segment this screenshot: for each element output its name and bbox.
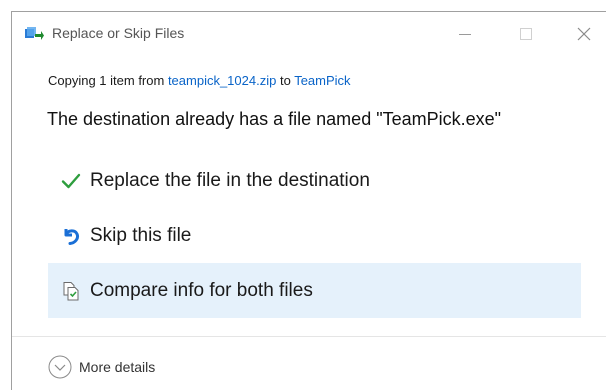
more-details-toggle[interactable]: More details xyxy=(48,355,155,379)
chevron-down-circle-icon xyxy=(48,355,72,379)
window-title: Replace or Skip Files xyxy=(52,25,185,41)
skip-option-label: Skip this file xyxy=(90,224,192,246)
skip-arrow-icon xyxy=(60,225,82,247)
copy-prefix: Copying 1 item from xyxy=(48,73,168,88)
close-icon xyxy=(577,27,591,40)
minimize-button[interactable] xyxy=(442,12,488,55)
title-bar[interactable]: Replace or Skip Files xyxy=(12,12,606,55)
skip-option[interactable]: Skip this file xyxy=(48,208,581,263)
compare-option-label: Compare info for both files xyxy=(90,279,313,301)
compare-option[interactable]: Compare info for both files xyxy=(48,263,581,318)
more-details-label: More details xyxy=(79,359,156,375)
source-link[interactable]: teampick_1024.zip xyxy=(168,73,276,88)
replace-option-label: Replace the file in the destination xyxy=(90,169,370,191)
maximize-button[interactable] xyxy=(503,12,549,55)
copy-status-text: Copying 1 item from teampick_1024.zip to… xyxy=(48,73,351,88)
footer-divider xyxy=(12,336,606,337)
checkmark-icon xyxy=(60,170,82,192)
close-button[interactable] xyxy=(561,12,606,55)
copy-middle: to xyxy=(276,73,295,88)
background-window-fragment: ​ xyxy=(0,0,130,10)
maximize-icon xyxy=(520,27,532,40)
replace-option[interactable]: Replace the file in the destination xyxy=(48,153,581,208)
compare-files-icon xyxy=(60,280,82,302)
replace-or-skip-dialog: Replace or Skip Files Copying 1 item fro… xyxy=(11,11,606,390)
destination-link[interactable]: TeamPick xyxy=(294,73,350,88)
minimize-icon xyxy=(459,33,471,35)
conflict-headline: The destination already has a file named… xyxy=(47,109,502,129)
file-move-icon xyxy=(25,27,44,40)
